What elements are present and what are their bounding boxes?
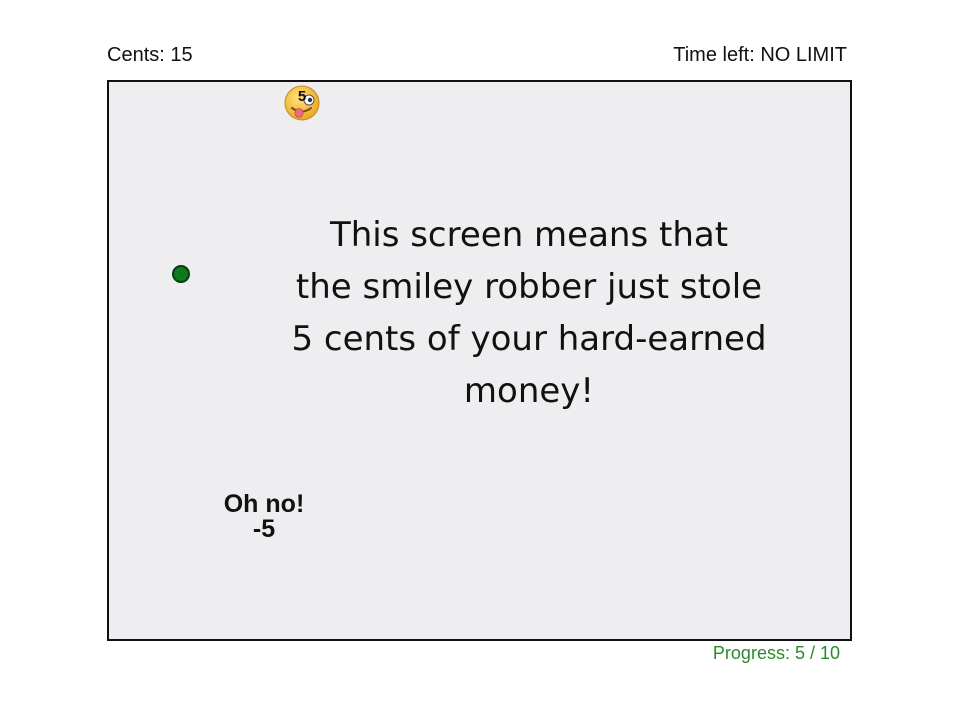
cents-counter: Cents: 15 <box>107 44 193 66</box>
smiley-robber: 5 <box>284 85 320 121</box>
message-line: money! <box>463 371 595 411</box>
info-message: This screen means that the smiley robber… <box>259 209 799 417</box>
robber-amount: 5 <box>297 88 307 105</box>
player-dot[interactable] <box>172 265 190 283</box>
loss-feedback: Oh no! -5 <box>204 492 324 542</box>
message-line: 5 cents of your hard-earned <box>291 319 767 359</box>
feedback-delta: -5 <box>252 515 276 543</box>
time-left-display: Time left: NO LIMIT <box>673 44 847 66</box>
progress-indicator: Progress: 5 / 10 <box>712 643 840 663</box>
game-arena[interactable]: 5 This screen means that the smiley robb… <box>107 80 852 641</box>
message-line: This screen means that <box>329 215 729 255</box>
feedback-exclaim: Oh no! <box>223 490 305 518</box>
message-line: the smiley robber just stole <box>295 267 763 307</box>
